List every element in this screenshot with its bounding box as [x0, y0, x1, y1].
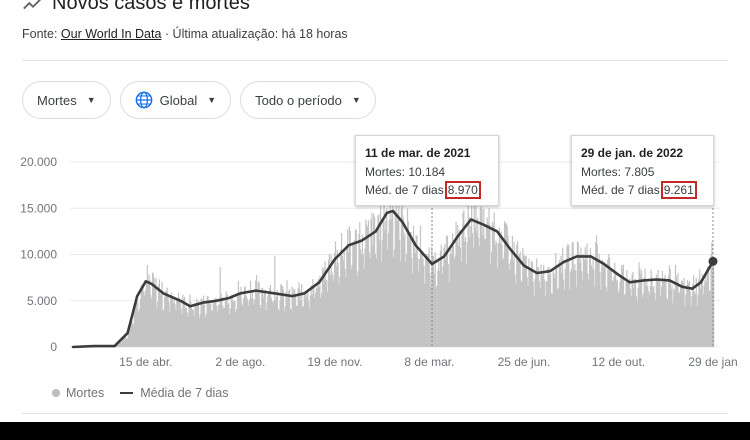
tooltip-deaths-value: 7.805 [624, 165, 655, 179]
tooltip-date: 11 de mar. de 2021 [365, 146, 471, 160]
period-dropdown[interactable]: Todo o período ▼ [240, 81, 376, 119]
metric-dropdown[interactable]: Mortes ▼ [22, 81, 111, 119]
source-prefix: Fonte: [22, 27, 58, 41]
y-tick-label: 0 [50, 340, 57, 354]
tooltip-deaths-label: Mortes: [581, 165, 622, 179]
divider-bottom [22, 413, 728, 414]
tooltip-average-row: Méd. de 7 dias 9.261 [581, 181, 704, 199]
tooltip-march-2021: 11 de mar. de 2021 Mortes: 10.184 Méd. d… [355, 135, 499, 206]
tooltip-deaths-row: Mortes: 10.184 [365, 163, 489, 181]
divider-top [22, 60, 728, 61]
metric-dropdown-label: Mortes [37, 92, 77, 108]
source-update: · Última atualização: há 18 horas [164, 27, 348, 41]
legend-bars-label: Mortes [66, 386, 105, 400]
x-tick-label: 25 de jun. [498, 355, 551, 369]
tooltip-average-value: 8.970 [444, 181, 481, 199]
source-line: Fonte: Our World In Data · Última atuali… [22, 27, 348, 41]
tooltip-deaths-row: Mortes: 7.805 [581, 163, 704, 181]
x-tick-label: 19 de nov. [307, 355, 362, 369]
tooltip-average-row: Méd. de 7 dias 8.970 [365, 181, 489, 199]
legend-line-swatch [120, 392, 134, 394]
screen-edge-bar [0, 422, 750, 440]
source-link[interactable]: Our World In Data [61, 27, 162, 41]
tooltip-average-value: 9.261 [660, 181, 697, 199]
tooltip-january-2022: 29 de jan. de 2022 Mortes: 7.805 Méd. de… [571, 135, 714, 206]
filter-chips: Mortes ▼ Global ▼ Todo o período ▼ [22, 81, 376, 119]
y-tick-label: 10.000 [20, 248, 57, 262]
caret-down-icon: ▼ [207, 95, 217, 105]
y-tick-label: 20.000 [20, 155, 57, 169]
tooltip-date: 29 de jan. de 2022 [581, 146, 684, 160]
x-tick-label: 15 de abr. [119, 355, 172, 369]
chart-area[interactable]: 0 5.000 10.000 15.000 20.000 15 de abr. 2 de a… [0, 130, 750, 380]
region-dropdown[interactable]: Global ▼ [119, 81, 232, 119]
x-tick-label: 8 de mar. [404, 355, 454, 369]
page-title: Novos casos e mortes [52, 0, 250, 14]
tooltip-deaths-value: 10.184 [408, 165, 446, 179]
latest-point-marker [708, 256, 718, 266]
x-tick-label: 2 de ago. [215, 355, 265, 369]
tooltip-deaths-label: Mortes: [365, 165, 406, 179]
chart-header: Novos casos e mortes [22, 0, 250, 15]
globe-icon [135, 91, 153, 109]
legend-line-label: Média de 7 dias [140, 386, 229, 400]
x-tick-label: 12 de out. [592, 355, 645, 369]
trending-line-icon [23, 0, 41, 9]
x-tick-label: 29 de jan [688, 355, 737, 369]
caret-down-icon: ▼ [351, 95, 361, 105]
tooltip-average-label: Méd. de 7 dias [581, 183, 660, 197]
legend-bars-swatch [52, 389, 60, 397]
region-dropdown-label: Global [159, 92, 198, 108]
y-tick-label: 5.000 [27, 294, 57, 308]
caret-down-icon: ▼ [86, 95, 96, 105]
chart-legend: Mortes Média de 7 dias [52, 386, 228, 400]
tooltip-average-label: Méd. de 7 dias [365, 183, 444, 197]
y-tick-label: 15.000 [20, 201, 57, 215]
period-dropdown-label: Todo o período [255, 92, 342, 108]
